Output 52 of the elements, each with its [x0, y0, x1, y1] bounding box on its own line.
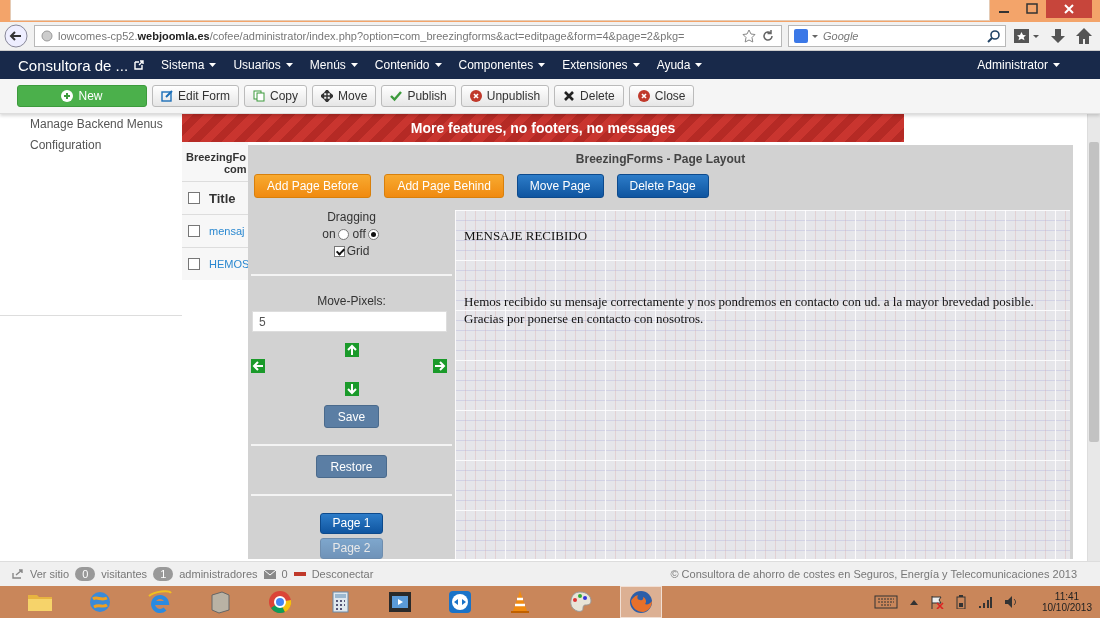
save-button[interactable]: Save — [323, 405, 380, 429]
search-field[interactable]: Google — [823, 30, 983, 42]
view-site-link[interactable]: Ver sitio — [30, 568, 70, 580]
address-field[interactable]: lowcomes-cp52.webjoomla.es/cofee/administrator/index.php?option=com_breezingforms&act=editpage&form=4&page=2&pkg= — [34, 25, 782, 47]
search-box[interactable]: Google — [788, 25, 1006, 47]
admins-label: administradores — [179, 568, 258, 580]
table-caption: BreezingFo — [186, 151, 247, 163]
toolbar-button[interactable]: Copy — [244, 85, 308, 107]
sidebar-link[interactable]: Configuration — [30, 138, 182, 152]
menu-item[interactable]: Contenido — [374, 58, 442, 72]
title-link[interactable]: HEMOS — [209, 258, 250, 270]
menu-item[interactable]: Usuarios — [233, 58, 293, 72]
toolbar-button[interactable]: Unpublish — [460, 85, 550, 107]
move-pixels-label: Move-Pixels: — [316, 293, 387, 308]
visitors-count: 0 — [75, 567, 96, 581]
radio-label: on — [322, 227, 336, 241]
logout-link[interactable]: Desconectar — [311, 568, 374, 580]
menu-item[interactable]: Componentes — [458, 58, 546, 72]
toolbar-button[interactable]: Close — [628, 85, 695, 107]
site-brand-link[interactable]: Consultora de ... — [18, 56, 129, 74]
toolbar-button[interactable]: Publish — [381, 85, 456, 107]
form-paragraph[interactable]: Hemos recibido su mensaje correctamente y nos pondremos en contacto con ud. a la mayor brevedad posible. Gracias por ponerse en contacto con nosotros. — [464, 293, 1062, 327]
page-action-button[interactable]: Move Page — [516, 174, 604, 198]
table-caption: com — [223, 163, 248, 175]
admins-count: 1 — [153, 567, 174, 581]
move-pixels-field[interactable]: 5 — [252, 310, 447, 333]
menu-item[interactable]: Ayuda — [656, 58, 703, 72]
messages-count: 0 — [281, 568, 288, 580]
url-text: lowcomes-cp52.webjoomla.es/cofee/administrator/index.php?option=com_breezingforms&act=editpage&form=4&page=2&pkg= — [58, 30, 685, 42]
dragging-label: Dragging — [326, 210, 377, 224]
clock-date[interactable]: 10/10/2013 — [1041, 602, 1092, 613]
promo-banner: More features, no footers, no messages — [182, 114, 904, 142]
clock-time[interactable]: 11:41 — [1054, 591, 1080, 602]
menu-item[interactable]: Extensiones — [562, 58, 640, 72]
title-link[interactable]: mensaj — [209, 225, 245, 237]
toolbar-button[interactable]: Edit Form — [152, 85, 239, 107]
column-header: Title — [209, 190, 236, 206]
radio-label: off — [352, 227, 366, 241]
form-heading[interactable]: MENSAJE RECIBIDO — [464, 228, 588, 244]
checkbox-label: Grid — [346, 244, 370, 258]
restore-button[interactable]: Restore — [316, 455, 387, 479]
copyright-text: © Consultora de ahorro de costes en Seguros, Energía y Telecomunicaciones 2013 — [670, 568, 1077, 580]
user-menu[interactable]: Administrator — [977, 58, 1060, 72]
menu-item[interactable]: Sistema — [161, 58, 217, 72]
page-button[interactable]: Page 1 — [320, 513, 383, 534]
toolbar-button[interactable]: Move — [312, 85, 377, 107]
toolbar-button[interactable]: Delete — [554, 85, 624, 107]
sidebar-link[interactable]: Manage Backend Menus — [30, 117, 182, 131]
visitors-label: visitantes — [101, 568, 148, 580]
page-action-button[interactable]: Delete Page — [616, 174, 709, 198]
dialog-title: BreezingForms - Page Layout — [574, 151, 747, 168]
menu-item[interactable]: Menús — [309, 58, 358, 72]
